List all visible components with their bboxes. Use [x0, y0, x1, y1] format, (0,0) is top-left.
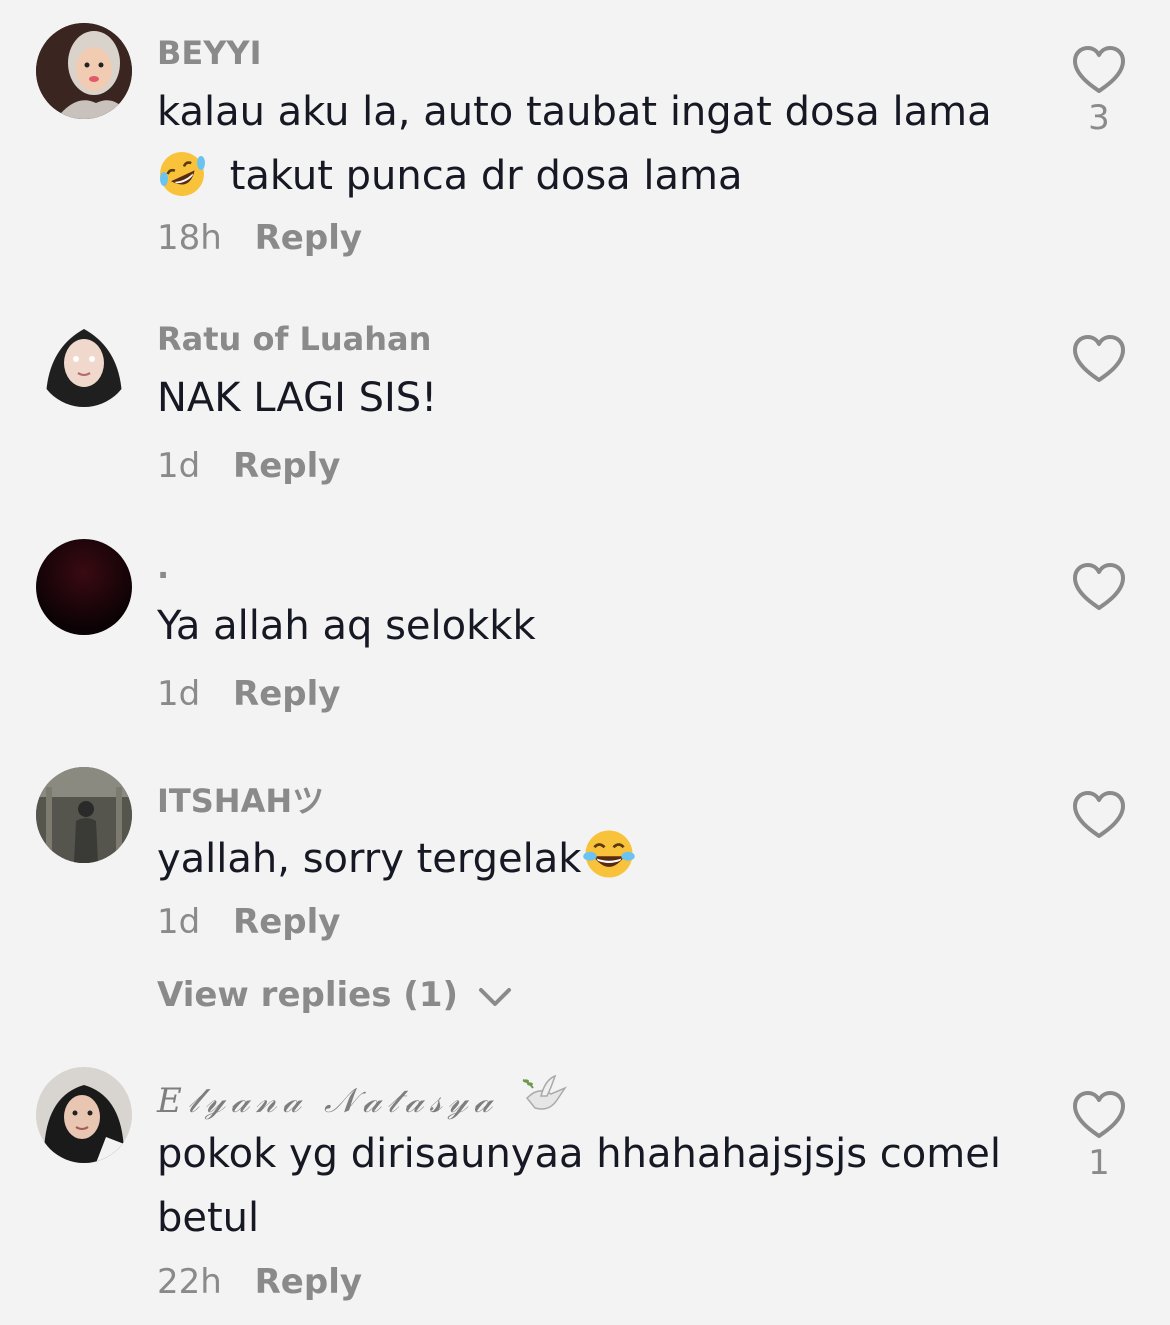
comment-text-line: takut punca dr dosa lama — [157, 144, 1027, 208]
like-count: 3 — [1088, 98, 1110, 138]
comment-meta: 1d Reply — [157, 674, 340, 714]
comment-text-line: yallah, sorry tergelak — [157, 836, 582, 882]
reply-button[interactable]: Reply — [233, 674, 340, 714]
view-replies-button[interactable]: View replies (1) — [157, 975, 512, 1015]
reply-button[interactable]: Reply — [233, 446, 340, 486]
reply-button[interactable]: Reply — [255, 218, 362, 258]
comment-text: yallah, sorry tergelak — [157, 826, 1027, 891]
comment-time: 1d — [157, 446, 201, 486]
comment-username[interactable]: BEYYI — [157, 34, 262, 72]
comment-time: 1d — [157, 674, 201, 714]
comment-time: 22h — [157, 1262, 222, 1302]
avatar[interactable] — [36, 539, 132, 635]
comment-meta: 18h Reply — [157, 218, 362, 258]
like-button[interactable]: 1 — [1069, 1089, 1129, 1183]
heart-icon — [1073, 563, 1125, 610]
comment-text: NAK LAGI SIS! — [157, 375, 438, 421]
comment-text: Ya allah aq selokkk — [157, 603, 536, 649]
heart-icon — [1073, 335, 1125, 382]
like-count: 1 — [1088, 1143, 1110, 1183]
heart-icon — [1073, 1091, 1125, 1138]
heart-icon — [1073, 46, 1125, 93]
like-button[interactable] — [1069, 333, 1129, 385]
comment-time: 18h — [157, 218, 222, 258]
comment-username[interactable]: Ratu of Luahan — [157, 320, 431, 358]
comment-text: pokok yg dirisaunyaa hhahahajsjsjs comel… — [157, 1122, 1027, 1250]
avatar[interactable] — [36, 1067, 132, 1163]
comment-text: kalau aku la, auto taubat ingat dosa lam… — [157, 80, 1027, 208]
avatar[interactable] — [36, 767, 132, 863]
comment-time: 1d — [157, 902, 201, 942]
comment-text-line: kalau aku la, auto taubat ingat dosa lam… — [157, 89, 992, 135]
avatar[interactable] — [36, 23, 132, 119]
chevron-down-icon — [478, 987, 511, 1006]
dove-emoji — [522, 1074, 568, 1110]
comment-username[interactable]: 𝐸𝓁𝓎𝒶𝓃𝒶 𝒩𝒶𝓉𝒶𝓈𝓎𝒶 — [157, 1072, 569, 1121]
comment-username[interactable]: . — [157, 548, 169, 586]
like-button[interactable] — [1069, 561, 1129, 613]
like-button[interactable] — [1069, 789, 1129, 841]
comment-text-line: betul — [157, 1195, 260, 1241]
comment-username[interactable]: ITSHAHツ — [157, 776, 324, 822]
reply-button[interactable]: Reply — [233, 902, 340, 942]
reply-button[interactable]: Reply — [255, 1262, 362, 1302]
avatar[interactable] — [36, 311, 132, 407]
comment-meta: 22h Reply — [157, 1262, 362, 1302]
tears-of-joy-emoji — [581, 826, 637, 882]
comment-meta: 1d Reply — [157, 446, 340, 486]
comment-meta: 1d Reply — [157, 902, 340, 942]
rofl-emoji — [157, 149, 207, 199]
comment-text-line: pokok yg dirisaunyaa hhahahajsjsjs comel — [157, 1131, 1001, 1177]
heart-icon — [1073, 791, 1125, 838]
like-button[interactable]: 3 — [1069, 44, 1129, 138]
